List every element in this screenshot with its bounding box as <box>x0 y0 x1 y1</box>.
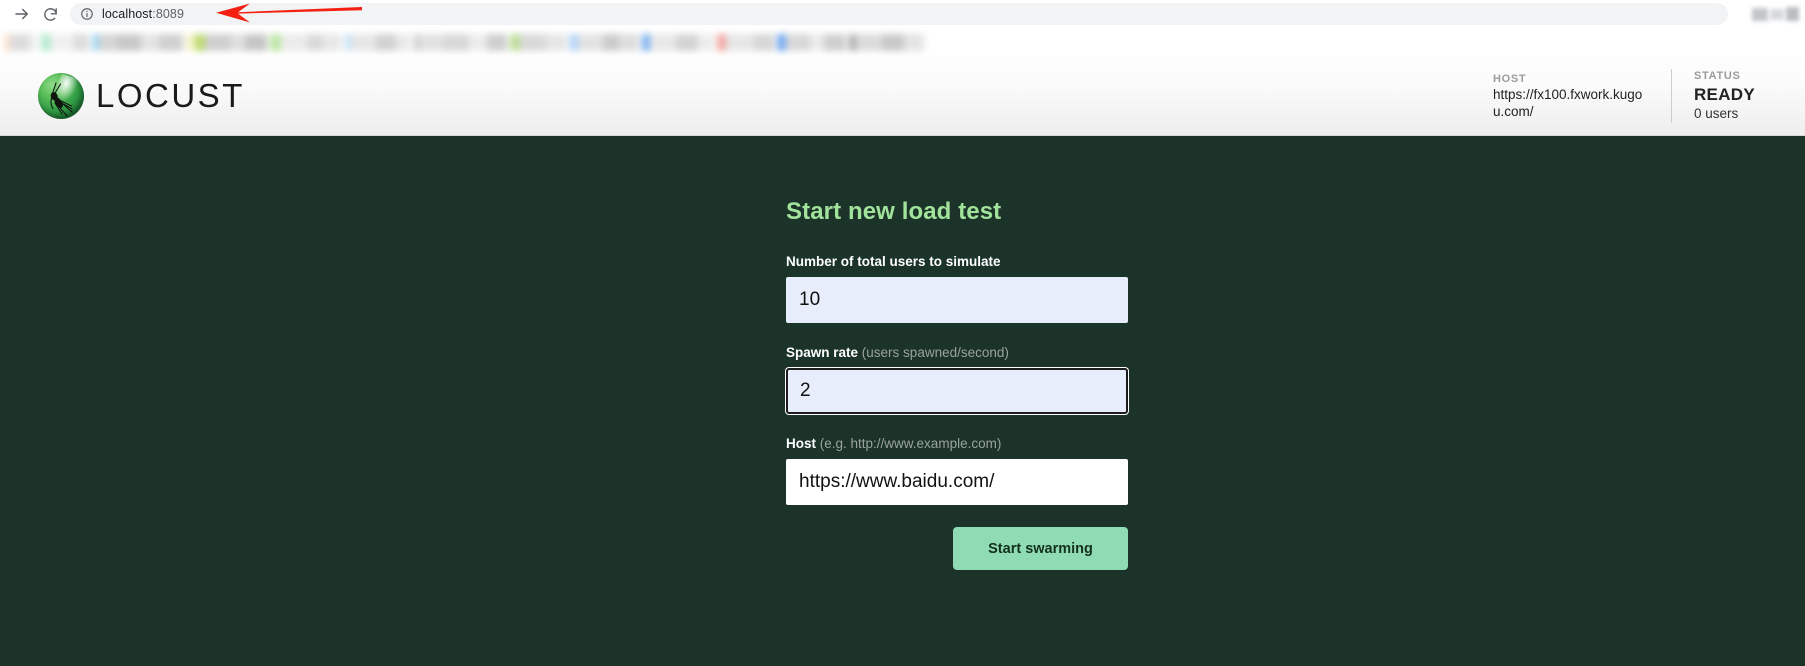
brand[interactable]: LOCUST <box>38 72 245 119</box>
host-input[interactable] <box>786 459 1128 505</box>
host-label-text: Host <box>786 436 816 451</box>
bookmark-item[interactable] <box>642 33 714 51</box>
status-stat-value: READY <box>1693 84 1755 104</box>
field-spawn-rate: Spawn rate (users spawned/second) <box>786 345 1128 414</box>
bookmark-item[interactable] <box>413 33 507 51</box>
browser-toolbar: localhost:8089 <box>0 0 1805 28</box>
address-bar[interactable]: localhost:8089 <box>70 3 1728 25</box>
status-stat: STATUS READY 0 users <box>1670 69 1777 123</box>
blurred-profile-icon[interactable] <box>1786 7 1799 21</box>
bookmark-item[interactable] <box>41 33 89 51</box>
bookmark-item[interactable] <box>717 33 774 51</box>
bookmark-item[interactable] <box>510 33 566 51</box>
field-user-count: Number of total users to simulate <box>786 254 1128 323</box>
user-count-input[interactable] <box>786 277 1128 323</box>
start-swarming-button[interactable]: Start swarming <box>953 527 1128 570</box>
spawn-rate-label: Spawn rate (users spawned/second) <box>786 345 1128 360</box>
blurred-bookmarks <box>0 28 1805 56</box>
address-bar-url: localhost:8089 <box>102 7 184 21</box>
bookmark-item[interactable] <box>344 33 410 51</box>
host-label: Host (e.g. http://www.example.com) <box>786 436 1128 451</box>
host-stat-value: https://fx100.fxwork.kugou.com/ <box>1492 86 1643 120</box>
bookmark-item[interactable] <box>186 33 267 51</box>
bookmark-item[interactable] <box>270 33 341 51</box>
toolbar-extension-icons <box>1752 0 1799 28</box>
brand-name: LOCUST <box>96 76 245 114</box>
url-port: :8089 <box>152 7 185 21</box>
form-title: Start new load test <box>786 198 1002 225</box>
start-test-form: Start new load test Number of total user… <box>786 198 1128 570</box>
forward-arrow-icon[interactable] <box>8 0 36 28</box>
main-content: Start new load test Number of total user… <box>0 136 1805 666</box>
user-count-label: Number of total users to simulate <box>786 254 1128 269</box>
site-info-icon[interactable] <box>80 7 94 21</box>
reload-icon[interactable] <box>36 0 64 28</box>
spawn-rate-hint: (users spawned/second) <box>861 345 1009 360</box>
host-stat-label: HOST <box>1492 72 1527 85</box>
header-stats: HOST https://fx100.fxwork.kugou.com/ STA… <box>1471 56 1777 136</box>
blurred-extension-icon[interactable] <box>1752 7 1768 21</box>
spawn-rate-label-text: Spawn rate <box>786 345 859 360</box>
bookmark-item[interactable] <box>777 33 846 51</box>
locust-logo-icon <box>38 72 84 119</box>
submit-row: Start swarming <box>786 527 1128 570</box>
user-count-label-text: Number of total users to simulate <box>786 254 1001 269</box>
host-stat: HOST https://fx100.fxwork.kugou.com/ <box>1471 72 1671 121</box>
blurred-extension-icon[interactable] <box>1770 8 1784 20</box>
app-header: LOCUST HOST https://fx100.fxwork.kugou.c… <box>0 56 1805 136</box>
url-host: localhost <box>102 7 153 21</box>
host-hint: (e.g. http://www.example.com) <box>819 436 1002 451</box>
field-host: Host (e.g. http://www.example.com) <box>786 436 1128 505</box>
spawn-rate-input[interactable] <box>786 368 1128 414</box>
bookmark-item[interactable] <box>849 33 924 51</box>
status-stat-label: STATUS <box>1693 70 1741 83</box>
status-user-count: 0 users <box>1693 106 1739 122</box>
bookmark-item[interactable] <box>4 33 38 51</box>
bookmark-item[interactable] <box>92 33 183 51</box>
bookmark-item[interactable] <box>569 33 639 51</box>
bookmarks-bar[interactable] <box>0 28 1805 56</box>
